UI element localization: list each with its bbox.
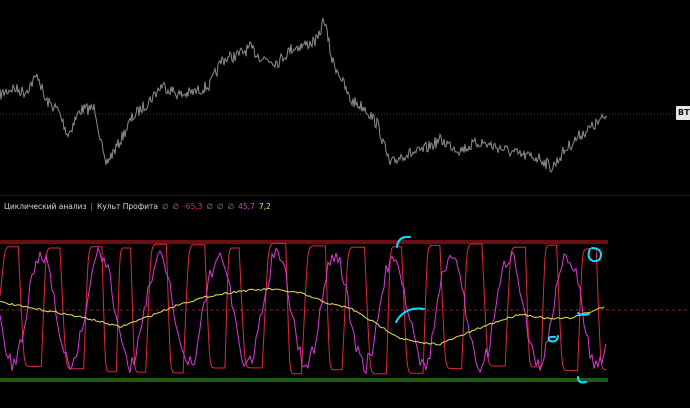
legend-value: ∅: [227, 202, 235, 211]
legend-value: ∅: [162, 202, 169, 211]
legend-value: -65,3: [183, 202, 203, 211]
price-pane[interactable]: BT: [0, 0, 690, 195]
legend-value: ∅: [217, 202, 224, 211]
legend-value: ∅: [206, 202, 214, 211]
last-price-tag[interactable]: BT: [676, 106, 690, 120]
legend-value: 7,2: [258, 202, 271, 211]
trading-chart-window: BT Циклический анализ | Культ Профита ∅ ∅: [0, 0, 690, 408]
legend-separator: |: [90, 202, 94, 211]
price-line: [0, 18, 608, 173]
indicator-author: Культ Профита: [97, 202, 158, 211]
indicator-legend[interactable]: Циклический анализ | Культ Профита ∅ ∅ -65…: [4, 201, 271, 213]
legend-value: ∅: [172, 202, 180, 211]
slow-line: [0, 287, 605, 346]
oscillator-pane[interactable]: Циклический анализ | Культ Профита ∅ ∅ -65…: [0, 196, 690, 408]
upper-band: [0, 240, 608, 244]
lower-band: [0, 378, 608, 382]
annotation-mark-5: [587, 247, 603, 263]
legend-value: 45,7: [238, 202, 255, 211]
price-chart[interactable]: [0, 0, 690, 195]
indicator-name[interactable]: Циклический анализ: [4, 201, 86, 213]
annotation-mark-3: [547, 335, 559, 343]
legend-values: ∅ ∅ -65,3 ∅ ∅ ∅ 45,7 7,2: [162, 201, 271, 213]
oscillator-chart[interactable]: [0, 196, 690, 408]
